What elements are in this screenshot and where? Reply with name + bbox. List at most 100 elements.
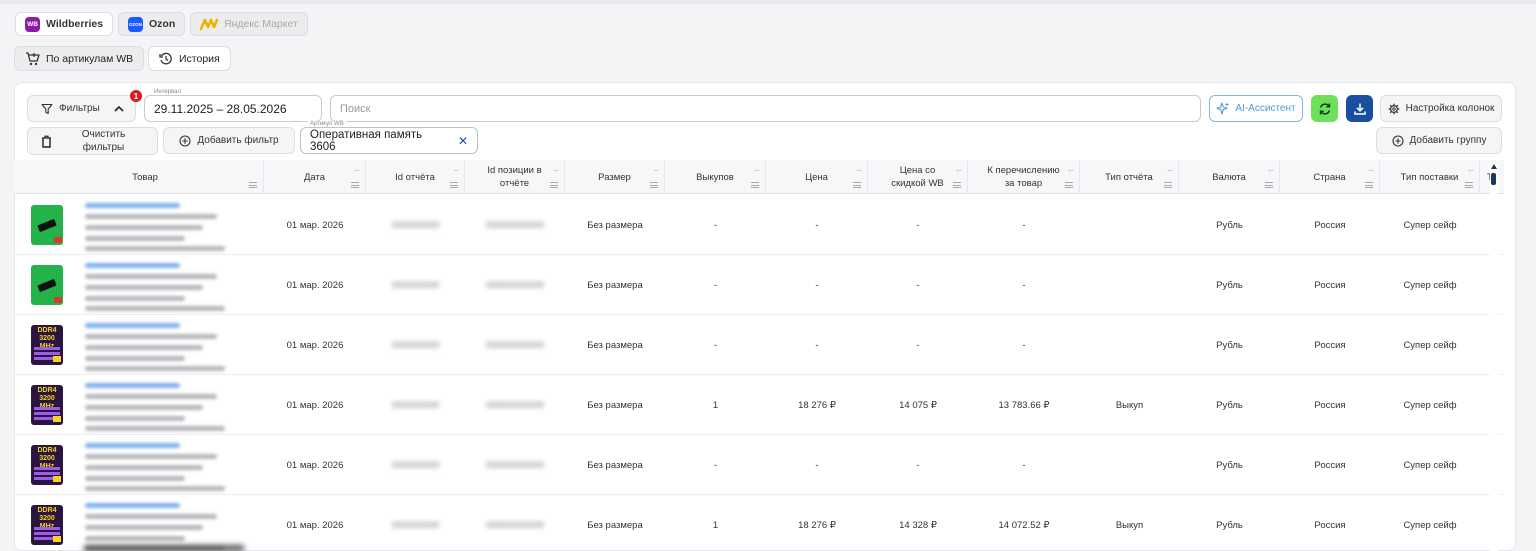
column-menu-icon[interactable] bbox=[1465, 182, 1473, 188]
product-name-blurred[interactable] bbox=[85, 258, 245, 312]
add-group-button[interactable]: Добавить группу bbox=[1376, 127, 1502, 154]
more-icon[interactable]: ··· bbox=[653, 164, 659, 177]
more-icon[interactable]: ··· bbox=[754, 164, 760, 177]
column-header-currency[interactable]: Валюта ··· bbox=[1179, 160, 1280, 194]
product-name-blurred[interactable] bbox=[85, 378, 245, 432]
thumbnail-badge bbox=[53, 356, 61, 362]
product-thumbnail[interactable] bbox=[31, 205, 63, 245]
cell-country: Россия bbox=[1314, 219, 1346, 231]
column-menu-icon[interactable] bbox=[550, 182, 558, 188]
marketplace-tab-yandex-market[interactable]: Яндекс Маркет bbox=[190, 12, 308, 36]
blurred-line bbox=[85, 443, 180, 448]
table-row[interactable]: 01 мар. 2026 000000000 00000000000 Без разм… bbox=[14, 255, 1504, 315]
column-header-size[interactable]: Размер ··· bbox=[565, 160, 665, 194]
column-menu-icon[interactable] bbox=[1265, 182, 1273, 188]
column-menu-icon[interactable] bbox=[853, 182, 861, 188]
interval-field[interactable]: 29.11.2025 – 28.05.2026 bbox=[144, 95, 322, 122]
thumbnail-stripe bbox=[34, 347, 60, 350]
more-icon[interactable]: ··· bbox=[956, 164, 962, 177]
download-button[interactable] bbox=[1346, 95, 1373, 122]
search-input[interactable]: Поиск bbox=[330, 95, 1201, 122]
column-menu-icon[interactable] bbox=[953, 182, 961, 188]
table-row[interactable]: 01 мар. 2026 000000000 00000000000 Без разм… bbox=[14, 195, 1504, 255]
column-header-payout[interactable]: К перечислению за товар ··· bbox=[968, 160, 1080, 194]
scroll-up-icon[interactable] bbox=[1491, 164, 1497, 169]
cell-report-type bbox=[1080, 195, 1179, 255]
filter-chip-article[interactable]: Оперативная память 3606 ✕ bbox=[300, 127, 478, 154]
column-settings-button[interactable]: Настройка колонок bbox=[1380, 95, 1502, 122]
scrollbar-thumb[interactable] bbox=[1491, 173, 1496, 185]
horizontal-scrollbar[interactable] bbox=[1490, 164, 1498, 551]
blurred-line bbox=[85, 246, 225, 251]
more-icon[interactable]: ··· bbox=[1468, 164, 1474, 177]
column-menu-icon[interactable] bbox=[751, 182, 759, 188]
column-header-country[interactable]: Страна ··· bbox=[1280, 160, 1380, 194]
column-menu-icon[interactable] bbox=[1164, 182, 1172, 188]
product-thumbnail[interactable]: DDR4 3200 MHz bbox=[31, 505, 63, 545]
cell-position-id: 00000000000 bbox=[485, 399, 545, 411]
ai-assistant-button[interactable]: AI-Ассистент bbox=[1209, 95, 1303, 122]
cell-position-id: 00000000000 bbox=[485, 519, 545, 531]
blurred-line bbox=[85, 214, 217, 219]
table-row[interactable]: DDR4 3200 MHz01 мар. 2026000000000000000… bbox=[14, 495, 1504, 551]
product-name-blurred[interactable] bbox=[85, 438, 245, 492]
cell-country: Россия bbox=[1314, 519, 1346, 531]
product-thumbnail[interactable] bbox=[31, 265, 63, 305]
table-row[interactable]: DDR4 3200 MHz01 мар. 2026000000000000000… bbox=[14, 375, 1504, 435]
marketplace-tab-wildberries[interactable]: WB Wildberries bbox=[15, 12, 114, 36]
column-header-discount-price[interactable]: Цена со скидкой WB ··· bbox=[868, 160, 968, 194]
marketplace-tab-ozon[interactable]: OZON Ozon bbox=[118, 12, 186, 36]
product-name-blurred[interactable] bbox=[85, 318, 245, 372]
more-icon[interactable]: ··· bbox=[1268, 164, 1274, 177]
column-menu-icon[interactable] bbox=[1065, 182, 1073, 188]
column-menu-icon[interactable] bbox=[450, 182, 458, 188]
cell-buyouts: - bbox=[713, 219, 718, 231]
thumbnail-stripe bbox=[34, 532, 60, 535]
clear-filters-label: Очистить фильтры bbox=[81, 129, 126, 153]
thumbnail-stripe bbox=[34, 527, 60, 530]
more-icon[interactable]: ··· bbox=[1167, 164, 1173, 177]
column-header-buyouts[interactable]: Выкупов ··· bbox=[665, 160, 766, 194]
product-name-blurred[interactable] bbox=[85, 198, 245, 252]
cell-position-id: 00000000000 bbox=[485, 459, 545, 471]
more-icon[interactable]: ··· bbox=[354, 164, 360, 177]
table-row[interactable]: DDR4 3200 MHz01 мар. 2026000000000000000… bbox=[14, 435, 1504, 495]
tab-by-articles[interactable]: По артикулам WB bbox=[14, 46, 145, 71]
table-row[interactable]: DDR4 3200 MHz01 мар. 2026000000000000000… bbox=[14, 315, 1504, 375]
column-menu-icon[interactable] bbox=[351, 182, 359, 188]
column-menu-icon[interactable] bbox=[1365, 182, 1373, 188]
refresh-button[interactable] bbox=[1311, 95, 1338, 122]
product-thumbnail[interactable]: DDR4 3200 MHz bbox=[31, 385, 63, 425]
column-header-report-id[interactable]: Id отчёта ··· bbox=[366, 160, 465, 194]
column-header-position-id[interactable]: Id позиции в отчёте ··· bbox=[465, 160, 565, 194]
column-menu-icon[interactable] bbox=[650, 182, 658, 188]
product-thumbnail[interactable]: DDR4 3200 MHz bbox=[31, 325, 63, 365]
more-icon[interactable]: ··· bbox=[553, 164, 559, 177]
column-header-price[interactable]: Цена ··· bbox=[766, 160, 868, 194]
add-filter-button[interactable]: Добавить фильтр bbox=[163, 127, 295, 154]
history-icon bbox=[159, 52, 173, 66]
column-header-report-type[interactable]: Тип отчёта ··· bbox=[1080, 160, 1179, 194]
column-header-date[interactable]: Дата ··· bbox=[264, 160, 366, 194]
cell-supply-type: Супер сейф bbox=[1403, 279, 1457, 291]
more-icon[interactable]: ··· bbox=[453, 164, 459, 177]
cell-discount-price: - bbox=[916, 279, 920, 291]
product-thumbnail[interactable]: DDR4 3200 MHz bbox=[31, 445, 63, 485]
column-title: Тип отчёта bbox=[1105, 171, 1153, 183]
blurred-line bbox=[85, 356, 185, 361]
clear-filters-button[interactable]: Очистить фильтры bbox=[27, 127, 158, 155]
yandex-market-logo-icon bbox=[200, 17, 218, 31]
product-name-blurred[interactable] bbox=[85, 498, 245, 551]
close-icon[interactable]: ✕ bbox=[458, 134, 468, 148]
more-icon[interactable]: ··· bbox=[1068, 164, 1074, 177]
column-header-supply-type[interactable]: Тип поставки ··· bbox=[1380, 160, 1480, 194]
cell-size: Без размера bbox=[587, 339, 643, 351]
more-icon[interactable]: ··· bbox=[856, 164, 862, 177]
column-menu-icon[interactable] bbox=[249, 182, 257, 188]
tab-history[interactable]: История bbox=[148, 46, 231, 71]
filters-button[interactable]: Фильтры bbox=[27, 95, 136, 122]
column-header-product[interactable]: Товар bbox=[27, 160, 264, 194]
chevron-up-icon bbox=[114, 105, 124, 112]
more-icon[interactable]: ··· bbox=[1368, 164, 1374, 177]
add-group-label: Добавить группу bbox=[1409, 135, 1487, 146]
